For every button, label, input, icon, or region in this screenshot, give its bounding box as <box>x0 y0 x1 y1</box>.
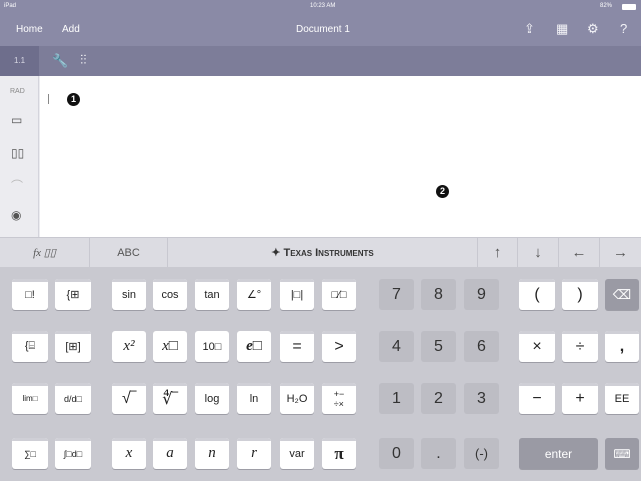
page-sorter-icon[interactable]: ▭ <box>11 113 22 127</box>
power-key[interactable]: x□ <box>153 331 187 362</box>
key-0[interactable]: 0 <box>379 438 414 469</box>
ln-key[interactable]: ln <box>237 383 271 414</box>
help-button[interactable]: ? <box>620 21 627 36</box>
divide-key[interactable]: ÷ <box>562 331 598 362</box>
tab-abc[interactable]: ABC <box>90 238 168 268</box>
abs-key[interactable]: |□| <box>280 279 314 310</box>
decimal-key[interactable]: . <box>421 438 456 469</box>
calculator-workspace[interactable]: 1 2 <box>40 76 641 237</box>
share-icon[interactable]: ⇪ <box>524 21 535 37</box>
pi-key[interactable]: π <box>322 438 356 469</box>
add-button[interactable]: Add <box>62 24 80 35</box>
var-r-key[interactable]: r <box>237 438 271 469</box>
var-key[interactable]: var <box>280 438 314 469</box>
arrow-right-icon[interactable]: → <box>600 238 641 268</box>
gear-icon[interactable]: ⚙ <box>587 21 599 37</box>
derivative-key[interactable]: d/d□ <box>55 383 91 414</box>
open-paren-key[interactable]: ( <box>519 279 555 310</box>
arrow-left-icon[interactable]: ← <box>559 238 600 268</box>
comma-key[interactable]: , <box>605 331 639 362</box>
key-6[interactable]: 6 <box>464 331 499 362</box>
mountains-icon: ⌒ <box>11 179 24 193</box>
sliders-icon[interactable]: ⫶⫶ <box>80 52 87 68</box>
enter-key[interactable]: enter <box>519 438 598 469</box>
matrix-key[interactable]: [⊞] <box>55 331 91 362</box>
limit-key[interactable]: lim□ <box>12 383 48 414</box>
operators-key[interactable]: +− ÷× <box>322 383 356 414</box>
exp-key[interactable]: e□ <box>237 331 271 362</box>
log-key[interactable]: log <box>195 383 229 414</box>
math-keyboard: □! {⊞ sin cos tan ∠° |□| □⁄□ 7 8 9 ( ) ⌫… <box>0 267 641 481</box>
integral-key[interactable]: ∫□d□ <box>55 438 91 469</box>
inequality-key[interactable]: > <box>322 331 356 362</box>
subtract-key[interactable]: − <box>519 383 555 414</box>
factorial-key[interactable]: □! <box>12 279 48 310</box>
angle-mode[interactable]: RAD <box>10 88 25 95</box>
keyboard-hide-icon[interactable]: ⌨ <box>605 438 639 469</box>
status-bar: iPad 10:23 AM 82% <box>0 0 641 14</box>
device-label: iPad <box>4 3 17 9</box>
close-paren-key[interactable]: ) <box>562 279 598 310</box>
brand-logo: ✦ Texas Instruments <box>168 238 478 268</box>
toolbar: 🔧 ⫶⫶ <box>0 46 641 76</box>
key-9[interactable]: 9 <box>464 279 499 310</box>
key-5[interactable]: 5 <box>421 331 456 362</box>
var-a-key[interactable]: a <box>153 438 187 469</box>
home-button[interactable]: Home <box>16 24 43 35</box>
document-title: Document 1 <box>296 24 350 35</box>
tan-key[interactable]: tan <box>195 279 229 310</box>
book-icon[interactable]: ▯▯ <box>11 146 24 160</box>
tab-fx[interactable]: fx ▯▯ <box>0 238 90 268</box>
battery-icon <box>622 4 636 10</box>
equals-key[interactable]: = <box>280 331 314 362</box>
sin-key[interactable]: sin <box>112 279 146 310</box>
arrow-up-icon[interactable]: ↑ <box>478 238 518 268</box>
ee-key[interactable]: EE <box>605 383 639 414</box>
square-key[interactable]: x² <box>112 331 146 362</box>
text-cursor <box>48 94 49 104</box>
texas-state-icon: ✦ <box>271 247 284 259</box>
chemistry-key[interactable]: H₂O <box>280 383 314 414</box>
key-1[interactable]: 1 <box>379 383 414 414</box>
wrench-icon[interactable]: 🔧 <box>52 53 68 69</box>
key-8[interactable]: 8 <box>421 279 456 310</box>
negative-key[interactable]: (-) <box>464 438 499 469</box>
callout-1: 1 <box>67 93 80 106</box>
arrow-down-icon[interactable]: ↓ <box>518 238 559 268</box>
page-tab[interactable]: 1.1 <box>0 46 39 76</box>
key-3[interactable]: 3 <box>464 383 499 414</box>
battery-percent: 82% <box>600 3 613 9</box>
title-bar: Home Add Document 1 ⇪ ▦ ⚙ ? <box>0 14 641 46</box>
callout-2: 2 <box>436 185 449 198</box>
key-4[interactable]: 4 <box>379 331 414 362</box>
camera-icon[interactable]: ◉ <box>11 208 21 222</box>
nth-root-key[interactable]: ∜‾ <box>153 383 187 414</box>
clock: 10:23 AM <box>310 3 336 9</box>
key-2[interactable]: 2 <box>421 383 456 414</box>
angle-key[interactable]: ∠° <box>237 279 271 310</box>
fraction-key[interactable]: □⁄□ <box>322 279 356 310</box>
backspace-icon[interactable]: ⌫ <box>605 279 639 310</box>
ten-power-key[interactable]: 10□ <box>195 331 229 362</box>
cos-key[interactable]: cos <box>153 279 187 310</box>
add-key[interactable]: + <box>562 383 598 414</box>
summation-key[interactable]: ∑□ <box>12 438 48 469</box>
var-n-key[interactable]: n <box>195 438 229 469</box>
multiply-key[interactable]: × <box>519 331 555 362</box>
var-x-key[interactable]: x <box>112 438 146 469</box>
sqrt-key[interactable]: √‾ <box>112 383 146 414</box>
system-key[interactable]: {⌸ <box>12 331 48 362</box>
key-7[interactable]: 7 <box>379 279 414 310</box>
keyboard-tabs: fx ▯▯ ABC ✦ Texas Instruments ↑ ↓ ← → <box>0 237 641 268</box>
sidebar: RAD ▭ ▯▯ ⌒ ◉ <box>0 76 39 237</box>
piecewise-key[interactable]: {⊞ <box>55 279 91 310</box>
calculator-icon[interactable]: ▦ <box>556 21 568 37</box>
